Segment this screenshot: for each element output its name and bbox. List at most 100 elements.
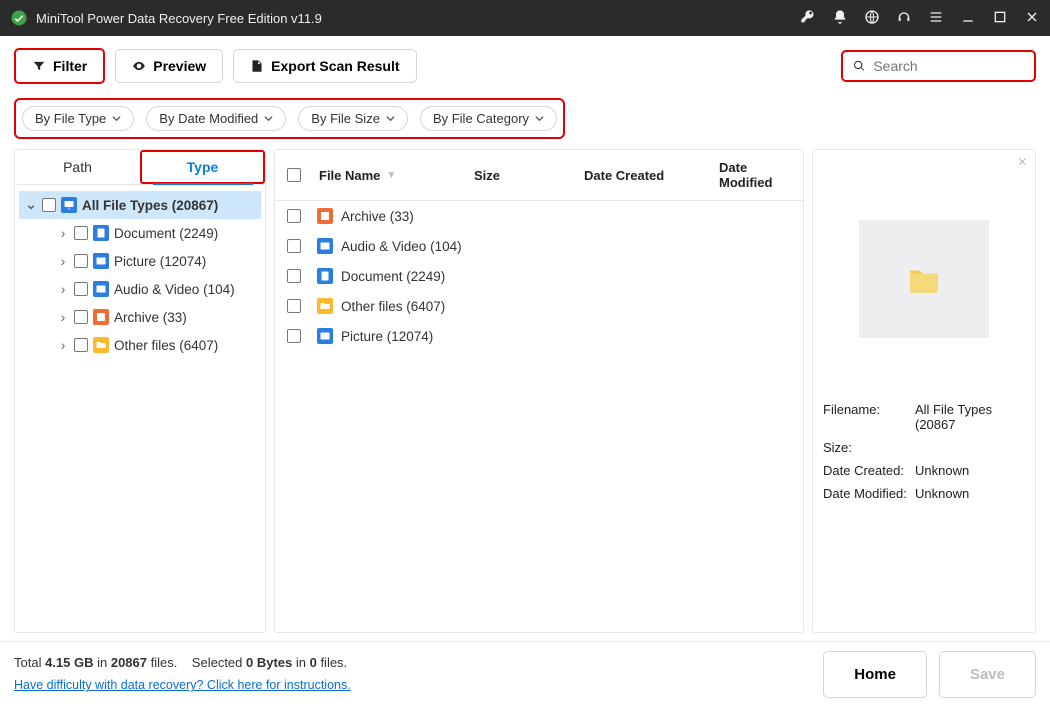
tree-item[interactable]: ›Audio & Video (104)	[19, 275, 261, 303]
window-title: MiniTool Power Data Recovery Free Editio…	[36, 11, 800, 26]
home-button[interactable]: Home	[823, 651, 927, 698]
chevron-right-icon[interactable]: ›	[57, 310, 69, 325]
detail-size-label: Size:	[823, 440, 915, 455]
tree-item[interactable]: ›Archive (33)	[19, 303, 261, 331]
preview-thumbnail	[859, 220, 989, 338]
save-button[interactable]: Save	[939, 651, 1036, 698]
tab-type[interactable]: Type	[140, 150, 265, 184]
av-icon	[93, 281, 109, 297]
chevron-right-icon[interactable]: ›	[57, 338, 69, 353]
pic-icon	[93, 253, 109, 269]
selected-bytes: 0 Bytes	[246, 655, 292, 670]
chevron-right-icon[interactable]: ›	[57, 254, 69, 269]
checkbox[interactable]	[287, 329, 301, 343]
checkbox[interactable]	[42, 198, 56, 212]
filter-by-type[interactable]: By File Type	[22, 106, 134, 131]
oth-icon	[317, 298, 333, 314]
av-icon	[317, 238, 333, 254]
tree-item-label: Document (2249)	[114, 226, 218, 241]
list-header: File Name ▼ Size Date Created Date Modif…	[275, 150, 803, 201]
detail-panel: × Filename:All File Types (20867 Size: D…	[812, 149, 1036, 633]
col-date-created[interactable]: Date Created	[584, 168, 719, 183]
oth-icon	[93, 337, 109, 353]
filter-by-category[interactable]: By File Category	[420, 106, 557, 131]
bell-icon[interactable]	[832, 9, 848, 28]
selected-count: 0	[310, 655, 317, 670]
headphones-icon[interactable]	[896, 9, 912, 28]
folder-icon	[907, 265, 941, 293]
chevron-right-icon[interactable]: ›	[57, 226, 69, 241]
chevron-down-icon	[535, 114, 544, 123]
tree-item[interactable]: › Document (2249)	[19, 219, 261, 247]
detail-filename: All File Types (20867	[915, 402, 1025, 432]
preview-label: Preview	[153, 58, 206, 74]
checkbox[interactable]	[287, 209, 301, 223]
checkbox[interactable]	[74, 282, 88, 296]
col-size[interactable]: Size	[474, 168, 584, 183]
funnel-icon	[32, 59, 46, 73]
arc-icon	[93, 309, 109, 325]
maximize-icon[interactable]	[992, 9, 1008, 28]
key-icon[interactable]	[800, 9, 816, 28]
list-row-label: Other files (6407)	[341, 299, 445, 314]
export-button[interactable]: Export Scan Result	[233, 49, 416, 83]
detail-modified-label: Date Modified:	[823, 486, 915, 501]
tree-item[interactable]: ›Picture (12074)	[19, 247, 261, 275]
list-row-label: Audio & Video (104)	[341, 239, 462, 254]
chevron-right-icon[interactable]: ›	[57, 282, 69, 297]
search-box[interactable]	[841, 50, 1036, 82]
pic-icon	[317, 328, 333, 344]
search-input[interactable]	[873, 58, 1024, 74]
tree-root-label: All File Types (20867)	[82, 198, 218, 213]
main-area: Path Type ⌄ All File Types (20867) › Docu…	[0, 149, 1050, 633]
globe-icon[interactable]	[864, 9, 880, 28]
checkbox[interactable]	[287, 239, 301, 253]
search-icon	[853, 59, 865, 73]
list-row-label: Document (2249)	[341, 269, 445, 284]
file-list-panel: File Name ▼ Size Date Created Date Modif…	[274, 149, 804, 633]
chevron-down-icon	[264, 114, 273, 123]
list-row[interactable]: Picture (12074)	[275, 321, 803, 351]
left-panel: Path Type ⌄ All File Types (20867) › Docu…	[14, 149, 266, 633]
help-link[interactable]: Have difficulty with data recovery? Clic…	[14, 678, 351, 692]
list-row[interactable]: Archive (33)	[275, 201, 803, 231]
toolbar: Filter Preview Export Scan Result	[0, 36, 1050, 94]
filter-by-size[interactable]: By File Size	[298, 106, 408, 131]
tree-root[interactable]: ⌄ All File Types (20867)	[19, 191, 261, 219]
filter-by-date[interactable]: By Date Modified	[146, 106, 286, 131]
checkbox[interactable]	[74, 310, 88, 324]
list-row-label: Picture (12074)	[341, 329, 433, 344]
list-row[interactable]: Other files (6407)	[275, 291, 803, 321]
close-detail-button[interactable]: ×	[1018, 154, 1027, 172]
col-date-modified[interactable]: Date Modified	[719, 160, 791, 190]
detail-created-label: Date Created:	[823, 463, 915, 478]
filter-chip-group: By File Type By Date Modified By File Si…	[14, 98, 565, 139]
file-type-tree: ⌄ All File Types (20867) › Document (2249…	[15, 185, 265, 365]
footer-status: Total 4.15 GB in 20867 files. Selected 0…	[14, 652, 351, 696]
list-row[interactable]: Audio & Video (104)	[275, 231, 803, 261]
left-tabs: Path Type	[15, 150, 265, 185]
minimize-icon[interactable]	[960, 9, 976, 28]
chevron-down-icon[interactable]: ⌄	[25, 197, 37, 213]
eye-icon	[132, 59, 146, 73]
preview-button[interactable]: Preview	[115, 49, 223, 83]
chevron-down-icon	[386, 114, 395, 123]
tab-path[interactable]: Path	[15, 150, 140, 184]
monitor-icon	[61, 197, 77, 213]
export-icon	[250, 59, 264, 73]
col-filename[interactable]: File Name ▼	[319, 168, 474, 183]
close-icon[interactable]	[1024, 9, 1040, 28]
doc-icon	[317, 268, 333, 284]
list-row[interactable]: Document (2249)	[275, 261, 803, 291]
checkbox[interactable]	[74, 338, 88, 352]
checkbox[interactable]	[287, 269, 301, 283]
checkbox[interactable]	[74, 226, 88, 240]
checkbox[interactable]	[287, 299, 301, 313]
menu-icon[interactable]	[928, 9, 944, 28]
select-all-checkbox[interactable]	[287, 168, 301, 182]
detail-size	[915, 440, 1025, 455]
checkbox[interactable]	[74, 254, 88, 268]
detail-list: Filename:All File Types (20867 Size: Dat…	[823, 402, 1025, 509]
tree-item[interactable]: ›Other files (6407)	[19, 331, 261, 359]
filter-button[interactable]: Filter	[14, 48, 105, 84]
